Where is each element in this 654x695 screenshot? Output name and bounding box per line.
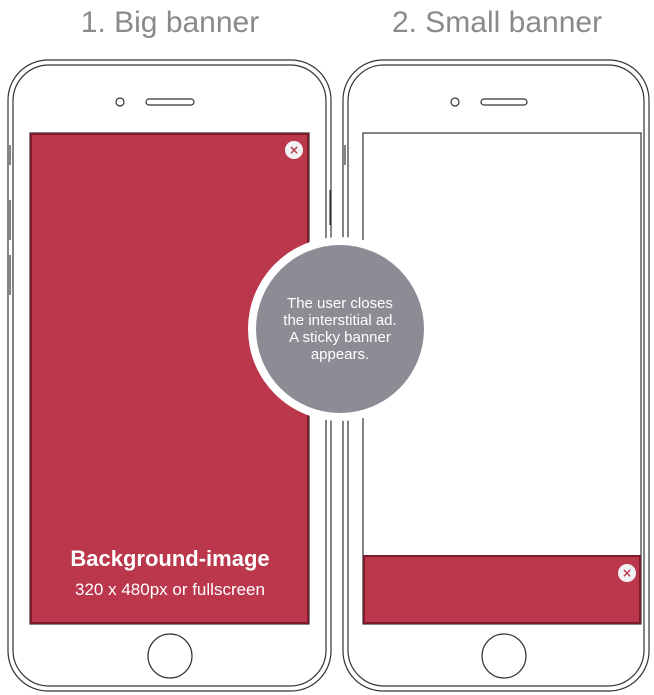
home-button-icon [147,633,193,679]
camera-icon [115,97,125,107]
close-icon[interactable]: × [285,141,303,159]
speaker-icon [480,98,528,106]
small-sticky-banner [363,555,641,624]
transition-note-line: The user closes [287,295,393,312]
home-button-icon [481,633,527,679]
big-banner-title: Background-image [70,546,270,571]
transition-note-line: A sticky banner [289,329,391,346]
camera-icon [450,97,460,107]
speaker-icon [145,98,195,106]
close-icon[interactable]: × [618,564,636,582]
big-banner-subtitle: 320 x 480px or fullscreen [75,580,265,599]
transition-note: The user closes the interstitial ad. A s… [247,236,433,422]
transition-note-line: appears. [310,346,370,363]
transition-note-line: the interstitial ad. [283,312,397,329]
